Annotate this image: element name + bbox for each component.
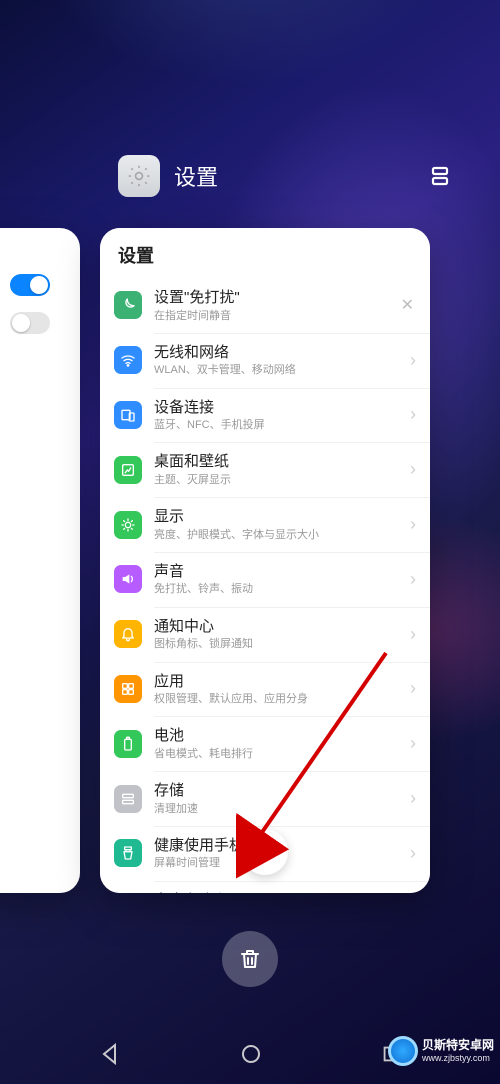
settings-app-icon xyxy=(118,155,160,197)
item-subtitle: 蓝牙、NFC、手机投屏 xyxy=(154,418,406,432)
item-title: 安全和隐私 xyxy=(154,891,406,893)
dismiss-icon[interactable]: ✕ xyxy=(395,295,420,315)
batt-icon xyxy=(114,730,142,758)
chevron-right-icon: › xyxy=(406,404,420,425)
settings-item-app[interactable]: 应用权限管理、默认应用、应用分身› xyxy=(100,662,430,717)
moon-icon xyxy=(114,291,142,319)
nav-recents-button[interactable] xyxy=(380,1043,402,1070)
nav-home-button[interactable] xyxy=(239,1042,263,1071)
chevron-right-icon: › xyxy=(406,678,420,699)
item-subtitle: 权限管理、默认应用、应用分身 xyxy=(154,692,406,706)
item-subtitle: 省电模式、耗电排行 xyxy=(154,747,406,761)
layout-switch-icon[interactable] xyxy=(425,161,455,191)
settings-item-dev[interactable]: 设备连接蓝牙、NFC、手机投屏› xyxy=(100,388,430,443)
item-title: 声音 xyxy=(154,562,406,582)
item-subtitle: 免打扰、铃声、振动 xyxy=(154,582,406,596)
dev-icon xyxy=(114,401,142,429)
settings-item-desk[interactable]: 桌面和壁纸主题、灭屏显示› xyxy=(100,442,430,497)
item-title: 通知中心 xyxy=(154,617,406,637)
nav-back-button[interactable] xyxy=(98,1042,122,1071)
settings-item-noti[interactable]: 通知中心图标角标、锁屏通知› xyxy=(100,607,430,662)
item-subtitle: 亮度、护眼模式、字体与显示大小 xyxy=(154,528,406,542)
settings-item-moon[interactable]: 设置"免打扰"在指定时间静音✕ xyxy=(100,278,430,333)
sound-icon xyxy=(114,565,142,593)
item-title: 桌面和壁纸 xyxy=(154,452,406,472)
item-title: 电池 xyxy=(154,726,406,746)
chevron-right-icon: › xyxy=(406,569,420,590)
item-subtitle: 图标角标、锁屏通知 xyxy=(154,637,406,651)
item-title: 存储 xyxy=(154,781,406,801)
item-title: 显示 xyxy=(154,507,406,527)
store-icon xyxy=(114,785,142,813)
item-subtitle: 主题、灭屏显示 xyxy=(154,473,406,487)
chevron-right-icon: › xyxy=(406,350,420,371)
chevron-right-icon: › xyxy=(406,733,420,754)
disp-icon xyxy=(114,511,142,539)
item-subtitle: WLAN、双卡管理、移动网络 xyxy=(154,363,406,377)
settings-item-batt[interactable]: 电池省电模式、耗电排行› xyxy=(100,716,430,771)
chevron-right-icon: › xyxy=(406,514,420,535)
settings-item-sec[interactable]: 安全和隐私人脸识别、指纹、密码保险箱› xyxy=(100,881,430,893)
noti-icon xyxy=(114,620,142,648)
app-icon xyxy=(114,675,142,703)
desk-icon xyxy=(114,456,142,484)
recent-app-card-settings[interactable]: 设置 设置"免打扰"在指定时间静音✕无线和网络WLAN、双卡管理、移动网络›设备… xyxy=(100,228,430,893)
system-nav-bar xyxy=(0,1029,500,1084)
item-title: 应用 xyxy=(154,672,406,692)
item-title: 设置"免打扰" xyxy=(154,288,395,308)
health-icon xyxy=(114,839,142,867)
toggle-switch[interactable] xyxy=(10,312,50,334)
wifi-icon xyxy=(114,346,142,374)
toggle-switch[interactable] xyxy=(10,274,50,296)
card-title: 设置 xyxy=(100,228,430,278)
item-title: 设备连接 xyxy=(154,398,406,418)
app-name: 设置 xyxy=(174,160,218,192)
settings-item-wifi[interactable]: 无线和网络WLAN、双卡管理、移动网络› xyxy=(100,333,430,388)
clear-all-button[interactable] xyxy=(222,931,278,987)
settings-item-disp[interactable]: 显示亮度、护眼模式、字体与显示大小› xyxy=(100,497,430,552)
pin-app-button[interactable] xyxy=(242,829,288,875)
item-subtitle: 在指定时间静音 xyxy=(154,309,395,323)
chevron-right-icon: › xyxy=(406,788,420,809)
recent-app-card-prev[interactable] xyxy=(0,228,80,893)
settings-item-store[interactable]: 存储清理加速› xyxy=(100,771,430,826)
item-subtitle: 清理加速 xyxy=(154,802,406,816)
chevron-right-icon: › xyxy=(406,624,420,645)
chevron-right-icon: › xyxy=(406,459,420,480)
item-title: 无线和网络 xyxy=(154,343,406,363)
settings-item-sound[interactable]: 声音免打扰、铃声、振动› xyxy=(100,552,430,607)
chevron-right-icon: › xyxy=(406,843,420,864)
